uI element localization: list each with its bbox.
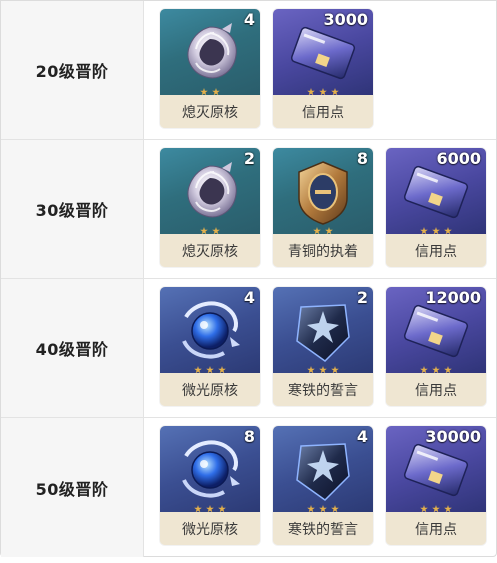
level-label: 40级晋阶 bbox=[35, 340, 109, 359]
material-item[interactable]: 8 青铜的执着 bbox=[273, 148, 373, 267]
material-name: 青铜的执着 bbox=[288, 243, 358, 260]
material-count: 2 bbox=[243, 149, 255, 168]
material-count: 30000 bbox=[425, 427, 481, 446]
material-art: 30000 bbox=[386, 426, 486, 512]
level-label: 30级晋阶 bbox=[35, 201, 109, 220]
materials-cell: 8 微光原核 4 寒铁的誓言 30000 信用点 bbox=[145, 418, 496, 557]
material-art: 2 bbox=[160, 148, 260, 234]
credit-card-icon bbox=[403, 165, 469, 219]
material-name: 熄灭原核 bbox=[182, 243, 238, 260]
material-item[interactable]: 30000 信用点 bbox=[386, 426, 486, 545]
material-item[interactable]: 2 熄灭原核 bbox=[160, 148, 260, 267]
ascension-materials-table: 20级晋阶 4 熄灭原核 3000 信用点 30级晋阶 2 熄灭原核 8 青铜的… bbox=[0, 0, 497, 557]
material-item[interactable]: 12000 信用点 bbox=[386, 287, 486, 406]
material-name-bar: 信用点 bbox=[273, 95, 373, 128]
material-name-bar: 寒铁的誓言 bbox=[273, 373, 373, 406]
material-art: 6000 bbox=[386, 148, 486, 234]
glowing-core-icon bbox=[182, 440, 240, 498]
materials-cell: 4 微光原核 2 寒铁的誓言 12000 信用点 bbox=[145, 279, 496, 417]
spiral-core-icon bbox=[187, 23, 237, 79]
material-count: 2 bbox=[356, 288, 368, 307]
glowing-core-icon bbox=[182, 301, 240, 359]
material-name-bar: 信用点 bbox=[386, 512, 486, 545]
material-name-bar: 信用点 bbox=[386, 234, 486, 267]
material-name: 微光原核 bbox=[182, 382, 238, 399]
iron-shield-icon bbox=[296, 304, 350, 362]
level-label: 20级晋阶 bbox=[35, 62, 109, 81]
level-cell: 30级晋阶 bbox=[1, 140, 144, 278]
material-name-bar: 信用点 bbox=[386, 373, 486, 406]
material-art: 8 bbox=[160, 426, 260, 512]
level-cell: 40级晋阶 bbox=[1, 279, 144, 417]
level-label: 50级晋阶 bbox=[35, 479, 109, 499]
material-name: 熄灭原核 bbox=[182, 104, 238, 121]
material-count: 3000 bbox=[323, 10, 368, 29]
material-count: 12000 bbox=[425, 288, 481, 307]
material-art: 12000 bbox=[386, 287, 486, 373]
material-item[interactable]: 4 熄灭原核 bbox=[160, 9, 260, 128]
material-count: 4 bbox=[243, 10, 255, 29]
material-item[interactable]: 6000 信用点 bbox=[386, 148, 486, 267]
material-art: 2 bbox=[273, 287, 373, 373]
material-count: 8 bbox=[243, 427, 255, 446]
material-count: 8 bbox=[356, 149, 368, 168]
level-cell: 20级晋阶 bbox=[1, 1, 144, 139]
material-name-bar: 微光原核 bbox=[160, 373, 260, 406]
material-item[interactable]: 8 微光原核 bbox=[160, 426, 260, 545]
material-art: 3000 bbox=[273, 9, 373, 95]
material-name-bar: 熄灭原核 bbox=[160, 234, 260, 267]
credit-card-icon bbox=[403, 304, 469, 358]
iron-shield-icon bbox=[296, 443, 350, 501]
credit-card-icon bbox=[403, 443, 469, 497]
materials-cell: 4 熄灭原核 3000 信用点 bbox=[145, 1, 496, 139]
material-item[interactable]: 4 寒铁的誓言 bbox=[273, 426, 373, 545]
material-item[interactable]: 4 微光原核 bbox=[160, 287, 260, 406]
materials-cell: 2 熄灭原核 8 青铜的执着 6000 信用点 bbox=[145, 140, 496, 278]
table-row: 30级晋阶 2 熄灭原核 8 青铜的执着 6000 信用点 bbox=[1, 140, 496, 279]
credit-card-icon bbox=[290, 26, 356, 80]
material-name-bar: 寒铁的誓言 bbox=[273, 512, 373, 545]
table-row: 20级晋阶 4 熄灭原核 3000 信用点 bbox=[1, 1, 496, 140]
material-name-bar: 熄灭原核 bbox=[160, 95, 260, 128]
level-cell: 50级晋阶 bbox=[1, 418, 144, 557]
table-row: 50级晋阶 8 微光原核 4 寒铁的誓言 30000 信用点 bbox=[1, 418, 496, 557]
material-name: 微光原核 bbox=[182, 521, 238, 538]
material-name: 信用点 bbox=[415, 243, 457, 260]
material-name: 信用点 bbox=[302, 104, 344, 121]
material-art: 4 bbox=[160, 9, 260, 95]
material-name: 信用点 bbox=[415, 521, 457, 538]
material-name: 寒铁的誓言 bbox=[288, 382, 358, 399]
spiral-core-icon bbox=[187, 162, 237, 218]
bronze-badge-icon bbox=[298, 161, 348, 225]
material-count: 6000 bbox=[436, 149, 481, 168]
material-name-bar: 青铜的执着 bbox=[273, 234, 373, 267]
material-item[interactable]: 2 寒铁的誓言 bbox=[273, 287, 373, 406]
material-name: 寒铁的誓言 bbox=[288, 521, 358, 538]
material-art: 8 bbox=[273, 148, 373, 234]
material-art: 4 bbox=[160, 287, 260, 373]
material-count: 4 bbox=[243, 288, 255, 307]
material-art: 4 bbox=[273, 426, 373, 512]
material-item[interactable]: 3000 信用点 bbox=[273, 9, 373, 128]
material-name-bar: 微光原核 bbox=[160, 512, 260, 545]
material-name: 信用点 bbox=[415, 382, 457, 399]
table-row: 40级晋阶 4 微光原核 2 寒铁的誓言 12000 信用点 bbox=[1, 279, 496, 418]
material-count: 4 bbox=[356, 427, 368, 446]
